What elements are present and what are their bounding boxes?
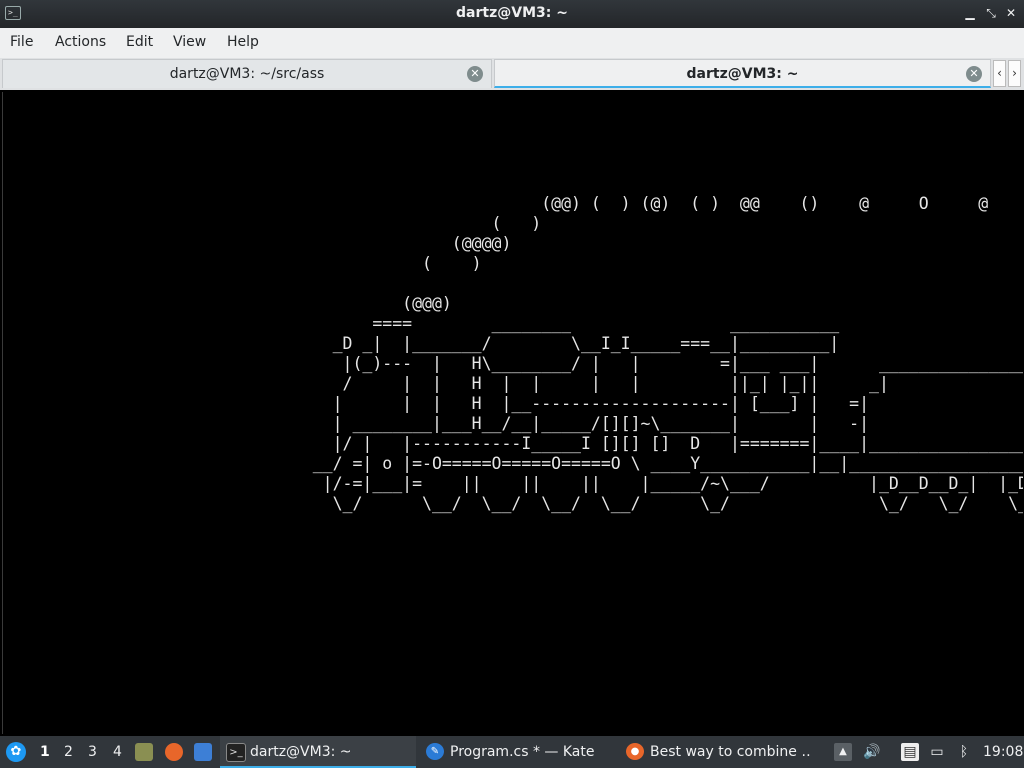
tab-scroll-right-icon[interactable]: › [1008,60,1021,87]
clipboard-icon[interactable]: ▤ [901,743,919,761]
scroll-arrow-icon[interactable]: ▲ [834,743,852,761]
menu-file[interactable]: File [10,34,33,50]
application-launcher-icon[interactable]: ✿ [6,742,26,762]
task-label: dartz@VM3: ~ [250,744,352,760]
file-manager-icon[interactable] [135,743,153,761]
desktop-2[interactable]: 2 [64,744,73,760]
desktop-1[interactable]: 1 [40,744,50,760]
tab-close-icon[interactable]: ✕ [467,66,483,82]
clock[interactable]: 19:08 [983,744,1023,760]
desktop-3[interactable]: 3 [88,744,97,760]
terminal-view[interactable]: (@@) ( ) (@) ( ) @@ () @ O @ ( ) (@@@@) … [2,92,1023,734]
terminal-icon: >_ [226,743,246,762]
volume-icon[interactable]: 🔊 [863,743,881,761]
desktop-4[interactable]: 4 [113,744,122,760]
menu-help[interactable]: Help [227,34,259,50]
window-title: dartz@VM3: ~ [456,5,568,21]
tab-scroll-left-icon[interactable]: ‹ [993,60,1006,87]
task-label: Best way to combine … [650,744,812,760]
tab-label: dartz@VM3: ~ [686,66,799,82]
task-kate[interactable]: ✎ Program.cs * — Kate [420,736,616,768]
terminal-output: (@@) ( ) (@) ( ) @@ () @ O @ ( ) (@@@@) … [312,194,1023,513]
kate-icon: ✎ [426,743,444,760]
menu-view[interactable]: View [173,34,206,50]
bluetooth-icon[interactable]: ᛒ [955,743,973,761]
window-titlebar[interactable]: >_ dartz@VM3: ~ ▁ ⤡ ✕ [0,0,1024,28]
task-firefox[interactable]: ● Best way to combine … [620,736,820,768]
minimize-icon[interactable]: ▁ [962,5,978,21]
tab-src-ass[interactable]: dartz@VM3: ~/src/ass ✕ [2,59,492,88]
close-icon[interactable]: ✕ [1003,5,1019,21]
tab-close-icon[interactable]: ✕ [966,66,982,82]
task-label: Program.cs * — Kate [450,744,595,760]
network-icon[interactable]: ▭ [928,743,946,761]
show-desktop-icon[interactable] [194,743,212,761]
tab-bar: dartz@VM3: ~/src/ass ✕ dartz@VM3: ~ ✕ [0,58,1024,90]
restore-icon[interactable]: ⤡ [983,5,999,21]
tab-home[interactable]: dartz@VM3: ~ ✕ [494,59,991,88]
menu-actions[interactable]: Actions [55,34,106,50]
task-terminal[interactable]: >_ dartz@VM3: ~ [220,736,416,768]
tab-label: dartz@VM3: ~/src/ass [169,66,325,82]
firefox-icon[interactable] [165,743,183,761]
menu-bar: File Actions Edit View Help [0,28,1024,59]
menu-edit[interactable]: Edit [126,34,153,50]
firefox-icon: ● [626,743,644,760]
taskbar: ✿ 1 2 3 4 >_ dartz@VM3: ~ ✎ Program.cs *… [0,736,1024,768]
